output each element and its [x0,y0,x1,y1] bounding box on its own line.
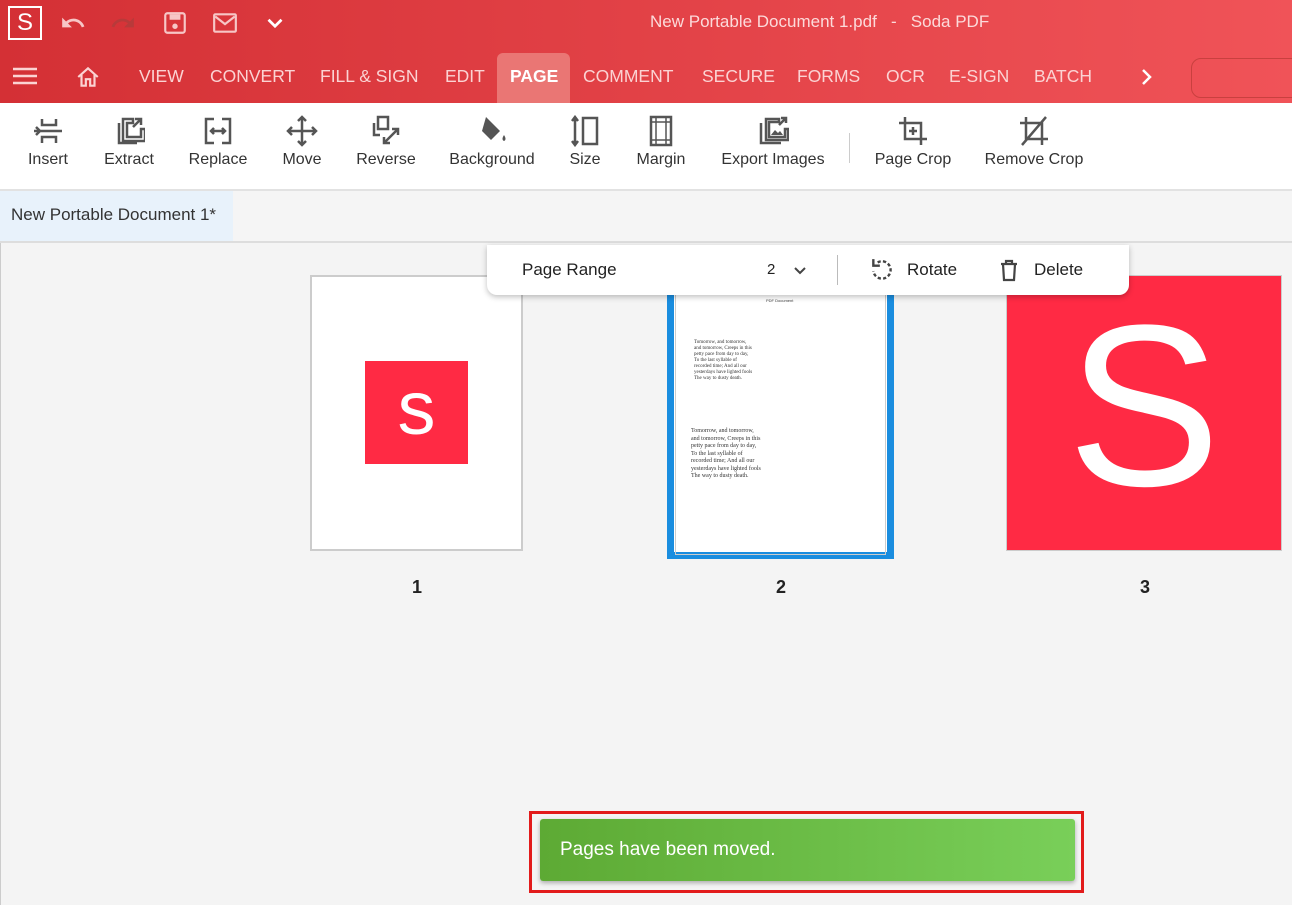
page-thumbnail-2-selected[interactable]: PDF Document Tomorrow, and tomorrow, and… [667,282,894,559]
insert-button[interactable]: Insert [18,103,78,191]
background-button[interactable]: Background [446,103,538,191]
page-body-text: Tomorrow, and tomorrow, and tomorrow, Cr… [694,340,753,381]
tab-fill-sign[interactable]: FILL & SIGN [307,50,432,103]
trash-icon [1001,259,1017,282]
extract-label: Extract [104,151,154,168]
page-crop-label: Page Crop [874,151,952,168]
delete-button[interactable]: Delete [997,253,1097,287]
remove-crop-button[interactable]: Remove Crop [982,103,1086,191]
reverse-button[interactable]: Reverse [352,103,420,191]
page-range-value: 2 [767,261,776,278]
export-images-icon [759,116,789,145]
extract-button[interactable]: Extract [98,103,160,191]
replace-label: Replace [188,151,248,168]
tab-convert[interactable]: CONVERT [197,50,308,103]
rotate-label: Rotate [907,260,958,279]
page-thumbnail-3[interactable]: S [1006,275,1282,551]
replace-icon [204,117,232,145]
left-border [0,243,1,905]
crop-icon [899,117,927,145]
page-action-bar: Page Range 2 Rotate Delete [487,245,1129,295]
save-icon[interactable] [162,10,192,36]
page-header-text: PDF Document [766,298,794,303]
chevron-down-icon[interactable] [262,10,292,36]
page-body-text: Tomorrow, and tomorrow, and tomorrow, Cr… [691,428,761,479]
remove-crop-label: Remove Crop [984,151,1084,168]
mail-icon[interactable] [212,10,242,36]
margin-icon [649,115,673,147]
tab-edit[interactable]: EDIT [432,50,498,103]
tab-e-sign[interactable]: E-SIGN [936,50,1022,103]
move-button[interactable]: Move [276,103,328,191]
tab-view[interactable]: VIEW [126,50,197,103]
tab-ocr[interactable]: OCR [873,50,938,103]
page-number-3: 3 [1139,577,1150,597]
delete-label: Delete [1034,260,1084,279]
soda-logo[interactable]: S [8,6,42,40]
page-crop-button[interactable]: Page Crop [872,103,954,191]
export-images-button[interactable]: Export Images [718,103,828,191]
chevron-right-icon[interactable] [1136,66,1156,88]
soda-logo-image: s [365,361,468,464]
page-number-1: 1 [411,577,422,597]
tab-forms[interactable]: FORMS [784,50,873,103]
paint-bucket-icon [482,117,506,141]
toast-notification: Pages have been moved. [540,819,1075,881]
remove-crop-icon [1020,116,1048,146]
size-icon [571,115,599,147]
window-title: New Portable Document 1.pdf - Soda PDF [650,12,990,31]
page-range-label: Page Range [522,260,617,279]
move-icon [286,115,318,147]
search-input[interactable] [1191,58,1292,98]
page-thumbnail-1[interactable]: s [310,275,523,551]
tab-comment[interactable]: COMMENT [570,50,686,103]
margin-button[interactable]: Margin [632,103,690,191]
replace-button[interactable]: Replace [184,103,252,191]
home-icon[interactable] [75,64,101,90]
insert-label: Insert [27,151,68,168]
document-tab[interactable]: New Portable Document 1* [0,191,233,241]
soda-logo-image: S [1067,277,1221,534]
tab-secure[interactable]: SECURE [689,50,788,103]
tab-batch[interactable]: BATCH [1021,50,1105,103]
export-images-label: Export Images [721,151,825,168]
rotate-icon [872,259,892,280]
page-toolbar: Insert Extract Replace Move Reverse Back… [0,103,1292,191]
divider [837,255,838,285]
page-number-2: 2 [775,577,786,597]
size-label: Size [569,151,601,168]
size-button[interactable]: Size [562,103,608,191]
margin-label: Margin [636,151,686,168]
tab-page[interactable]: PAGE [497,53,570,103]
toolbar-divider [849,133,850,163]
page-range-dropdown[interactable]: 2 [757,253,817,287]
extract-icon [117,117,145,145]
move-label: Move [282,151,322,168]
menu-icon[interactable] [12,66,38,86]
insert-icon [34,119,62,143]
undo-icon[interactable] [60,10,90,36]
rotate-button[interactable]: Rotate [869,253,969,287]
redo-icon[interactable] [110,10,140,36]
background-label: Background [449,151,535,168]
reverse-icon [372,115,400,145]
reverse-label: Reverse [356,151,416,168]
document-tab-bar: New Portable Document 1* [0,191,1292,243]
chevron-down-icon [794,267,806,275]
